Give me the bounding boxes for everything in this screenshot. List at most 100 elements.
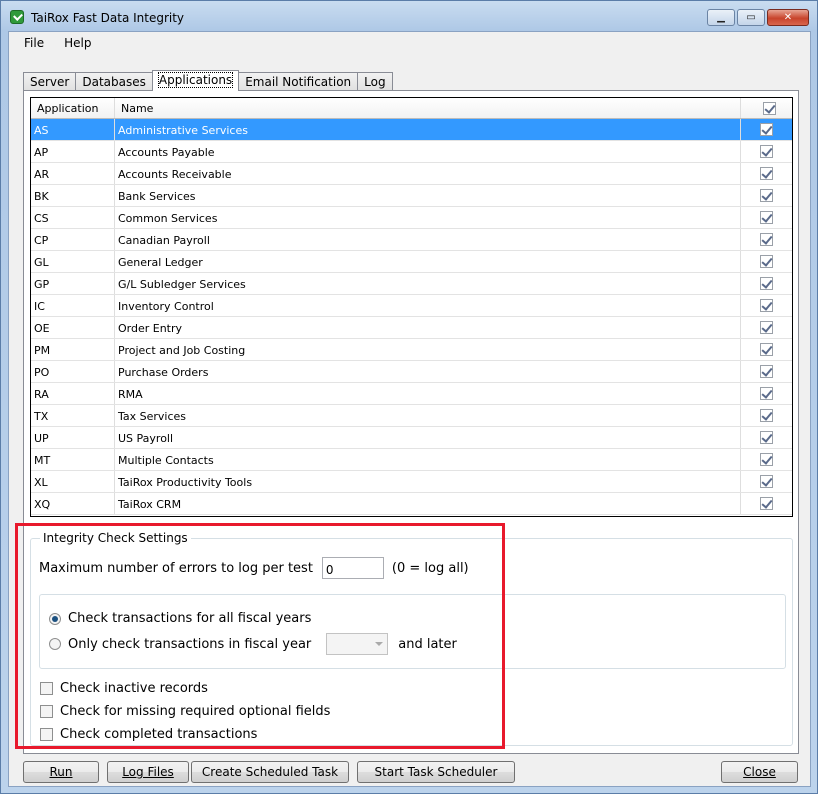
include-cell — [741, 251, 791, 272]
check-completed-checkbox[interactable] — [40, 728, 53, 741]
include-cell — [741, 295, 791, 316]
check-inactive-label: Check inactive records — [60, 681, 208, 696]
include-checkbox[interactable] — [759, 277, 773, 290]
application-name-cell: TaiRox CRM — [115, 493, 741, 514]
include-checkbox[interactable] — [759, 453, 773, 466]
menu-file[interactable]: File — [9, 32, 52, 54]
table-row[interactable]: GP G/L Subledger Services — [31, 273, 792, 295]
include-checkbox[interactable] — [759, 211, 773, 224]
table-row[interactable]: RA RMA — [31, 383, 792, 405]
table-row[interactable]: PM Project and Job Costing — [31, 339, 792, 361]
run-button[interactable]: Run — [23, 761, 99, 783]
create-scheduled-task-button[interactable]: Create Scheduled Task — [191, 761, 349, 783]
only-year-label: Only check transactions in fiscal year — [68, 636, 312, 652]
include-cell — [741, 163, 791, 184]
only-year-option[interactable]: Only check transactions in fiscal year a… — [49, 633, 457, 655]
application-name-cell: Canadian Payroll — [115, 229, 741, 250]
check-missing-fields-checkbox[interactable] — [40, 705, 53, 718]
tab-email-notification[interactable]: Email Notification — [238, 72, 359, 91]
application-name-cell: Project and Job Costing — [115, 339, 741, 360]
include-checkbox[interactable] — [759, 233, 773, 246]
include-checkbox[interactable] — [759, 497, 773, 510]
check-missing-fields-option[interactable]: Check for missing required optional fiel… — [40, 704, 330, 719]
table-row[interactable]: OE Order Entry — [31, 317, 792, 339]
application-name-cell: US Payroll — [115, 427, 741, 448]
table-row[interactable]: MT Multiple Contacts — [31, 449, 792, 471]
include-cell — [741, 383, 791, 404]
log-files-button[interactable]: Log Files — [107, 761, 189, 783]
include-cell — [741, 339, 791, 360]
tab-log[interactable]: Log — [357, 72, 393, 91]
window-title: TaiRox Fast Data Integrity — [31, 11, 185, 25]
max-errors-input[interactable] — [321, 557, 384, 579]
include-checkbox[interactable] — [759, 431, 773, 444]
minimize-icon: ▁ — [717, 12, 725, 23]
include-checkbox[interactable] — [759, 475, 773, 488]
table-row[interactable]: CS Common Services — [31, 207, 792, 229]
close-button[interactable]: Close — [721, 761, 798, 783]
include-checkbox[interactable] — [759, 167, 773, 180]
grid-body: AS Administrative Services AP Accounts Paya… — [31, 119, 792, 515]
include-checkbox[interactable] — [759, 123, 773, 136]
table-row[interactable]: CP Canadian Payroll — [31, 229, 792, 251]
table-row[interactable]: AP Accounts Payable — [31, 141, 792, 163]
application-name-cell: Multiple Contacts — [115, 449, 741, 470]
chevron-down-icon — [375, 642, 384, 646]
fiscal-year-select[interactable] — [326, 633, 389, 655]
include-cell — [741, 119, 791, 140]
applications-grid[interactable]: Application Name AS Administrative Servic… — [30, 97, 793, 517]
table-row[interactable]: PO Purchase Orders — [31, 361, 792, 383]
select-all-checkbox[interactable] — [762, 102, 776, 115]
title-bar[interactable]: TaiRox Fast Data Integrity ▁ ▭ ✕ — [1, 1, 817, 31]
table-row[interactable]: BK Bank Services — [31, 185, 792, 207]
application-code-cell: MT — [31, 449, 115, 470]
check-completed-option[interactable]: Check completed transactions — [40, 727, 257, 742]
application-code-cell: OE — [31, 317, 115, 338]
table-row[interactable]: TX Tax Services — [31, 405, 792, 427]
minimize-button[interactable]: ▁ — [707, 9, 735, 26]
application-code-cell: AS — [31, 119, 115, 140]
table-row[interactable]: XL TaiRox Productivity Tools — [31, 471, 792, 493]
tab-databases[interactable]: Databases — [75, 72, 153, 91]
menu-help[interactable]: Help — [52, 32, 99, 54]
table-row[interactable]: AS Administrative Services — [31, 119, 792, 141]
tab-applications-label: Applications — [157, 72, 234, 88]
tab-applications[interactable]: Applications — [151, 70, 240, 91]
all-years-radio[interactable] — [49, 612, 61, 625]
column-header-application[interactable]: Application — [31, 98, 115, 118]
all-years-option[interactable]: Check transactions for all fiscal years — [49, 611, 311, 626]
column-header-select-all[interactable] — [741, 98, 791, 118]
include-checkbox[interactable] — [759, 409, 773, 422]
include-cell — [741, 427, 791, 448]
column-header-name[interactable]: Name — [115, 98, 741, 118]
table-row[interactable]: GL General Ledger — [31, 251, 792, 273]
grid-header: Application Name — [31, 98, 792, 119]
close-button-label: Close — [743, 765, 776, 779]
include-checkbox[interactable] — [759, 189, 773, 202]
close-window-button[interactable]: ✕ — [767, 9, 809, 26]
table-row[interactable]: AR Accounts Receivable — [31, 163, 792, 185]
tab-server[interactable]: Server — [23, 72, 77, 91]
include-cell — [741, 141, 791, 162]
include-checkbox[interactable] — [759, 365, 773, 378]
table-row[interactable]: UP US Payroll — [31, 427, 792, 449]
include-checkbox[interactable] — [759, 343, 773, 356]
tairox-check-icon — [10, 10, 24, 24]
include-checkbox[interactable] — [759, 299, 773, 312]
start-scheduler-label: Start Task Scheduler — [374, 765, 498, 779]
include-checkbox[interactable] — [759, 145, 773, 158]
only-year-radio[interactable] — [49, 638, 61, 650]
maximize-button[interactable]: ▭ — [737, 9, 765, 26]
include-checkbox[interactable] — [759, 321, 773, 334]
menu-bar: File Help — [9, 32, 810, 54]
check-inactive-checkbox[interactable] — [40, 682, 53, 695]
table-row[interactable]: IC Inventory Control — [31, 295, 792, 317]
application-name-cell: Order Entry — [115, 317, 741, 338]
application-code-cell: AR — [31, 163, 115, 184]
include-cell — [741, 229, 791, 250]
include-checkbox[interactable] — [759, 255, 773, 268]
table-row[interactable]: XQ TaiRox CRM — [31, 493, 792, 515]
start-task-scheduler-button[interactable]: Start Task Scheduler — [357, 761, 515, 783]
check-inactive-option[interactable]: Check inactive records — [40, 681, 208, 696]
include-checkbox[interactable] — [759, 387, 773, 400]
